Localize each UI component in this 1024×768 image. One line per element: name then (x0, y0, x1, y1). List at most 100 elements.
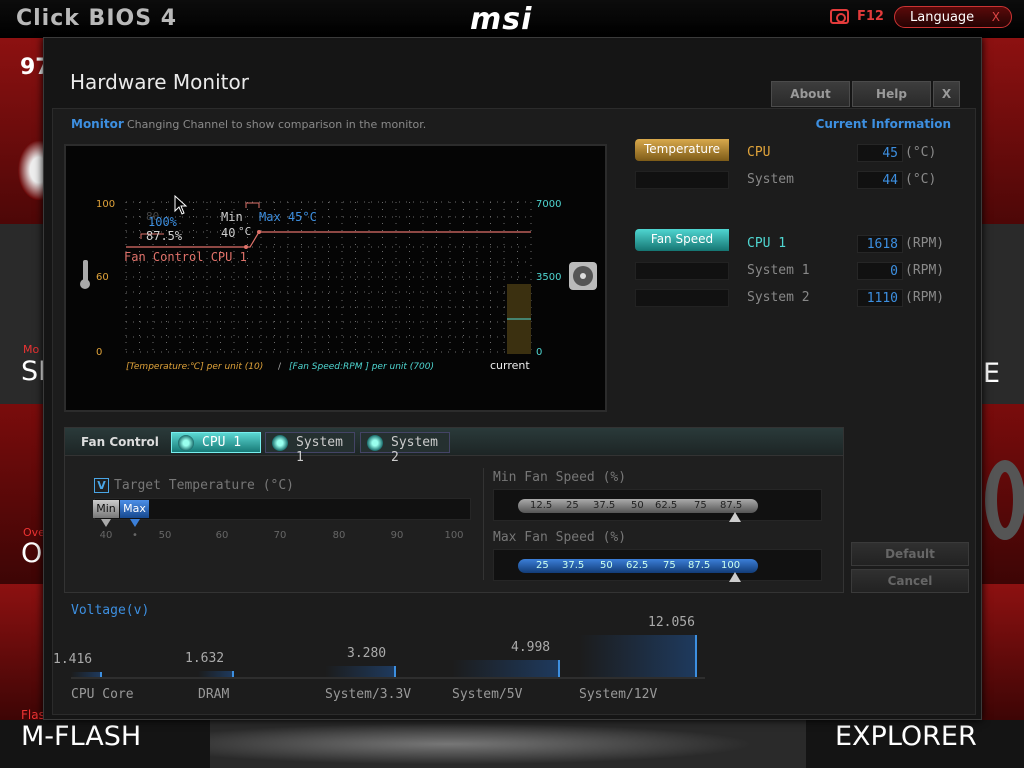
tab-system2[interactable]: System 2 (360, 432, 450, 465)
fan-icon (178, 435, 194, 451)
tab-label: System 2 (391, 435, 438, 465)
close-icon[interactable]: X (992, 10, 1000, 24)
graph-grid (125, 201, 532, 353)
language-button[interactable]: Language X (894, 6, 1012, 28)
system-temp-label: System (747, 172, 794, 187)
dialog-close-button[interactable]: X (933, 81, 960, 107)
max-fan-speed-bar: 25 37.5 50 62.5 75 87.5 100 (518, 559, 758, 573)
y-left-tick: 60 (96, 272, 109, 283)
temp-tick: • (132, 530, 138, 541)
dialog-title: Hardware Monitor (70, 70, 249, 94)
voltage-value: 12.056 (648, 615, 695, 630)
y-left-tick: 0 (96, 347, 102, 358)
about-button[interactable]: About (771, 81, 850, 107)
fan-icon (569, 262, 597, 290)
temp-tick: 60 (215, 530, 229, 541)
system-temp-slot (635, 171, 729, 189)
fan-control-header: Fan Control CPU 1 System 1 System 2 (65, 428, 843, 465)
fan-speed-tag: Fan Speed (635, 229, 729, 251)
voltage-value: 1.416 (53, 652, 93, 667)
fan-control-divider (483, 468, 484, 580)
bios-screen: 97 Mo SI Ove O E Flas M-FLASH EXPLORER C… (0, 0, 1024, 768)
temp-tick: 80 (332, 530, 346, 541)
max-temp-handle[interactable]: Max (120, 500, 149, 518)
mouse-cursor-icon (174, 195, 188, 215)
max-pointer-icon (130, 519, 140, 527)
max-temp-label: Max 45°C (259, 210, 317, 224)
voltage-bar (452, 660, 559, 677)
max-fan-speed-slider[interactable]: 25 37.5 50 62.5 75 87.5 100 (493, 549, 822, 582)
min-fan-speed-label: Min Fan Speed (%) (493, 470, 627, 485)
voltage-label: DRAM (198, 687, 230, 702)
fan-control-title: Fan Control (81, 435, 159, 449)
cancel-button[interactable]: Cancel (851, 569, 969, 593)
system1-fan-value: 0 (857, 262, 903, 280)
speed-tick: 12.5 (530, 500, 553, 511)
system1-fan-label: System 1 (747, 263, 810, 278)
tab-system1[interactable]: System 1 (265, 432, 355, 465)
dialog-body: Monitor Changing Channel to show compari… (52, 108, 976, 715)
max-fan-speed-label: Max Fan Speed (%) (493, 530, 627, 545)
system2-fan-unit: (RPM) (905, 290, 945, 305)
temp-tick: 50 (158, 530, 172, 541)
monitor-graph[interactable]: 100 60 0 7000 3500 0 80 100% 87.5% Min 4… (64, 144, 607, 412)
fan-icon (272, 435, 288, 451)
min-temp-handle[interactable]: Min (93, 500, 119, 518)
voltage-bar (579, 635, 696, 677)
tab-cpu1[interactable]: CPU 1 (171, 432, 261, 453)
cpu1-fan-label: CPU 1 (747, 236, 787, 251)
speed-tick: 25 (566, 500, 579, 511)
fan-control-panel: Fan Control CPU 1 System 1 System 2 V Ta… (64, 427, 844, 593)
voltage-bar (198, 671, 233, 677)
screenshot-key-label[interactable]: F12 (857, 9, 884, 24)
dragon-art (210, 720, 806, 768)
temperature-unit-label: [Temperature:℃] per unit (10) (126, 362, 263, 372)
explorer-button[interactable]: EXPLORER (835, 721, 977, 752)
temp-tick: 70 (273, 530, 287, 541)
top-bar: Click BIOS 4 msi F12 Language X (0, 0, 1024, 38)
current-information-label: Current Information (815, 117, 951, 131)
msi-logo: msi (470, 2, 533, 37)
voltage-label: System/12V (579, 687, 658, 702)
voltage-value: 3.280 (347, 646, 387, 661)
oc-nav-partial[interactable]: O (21, 538, 42, 569)
default-button[interactable]: Default (851, 542, 969, 566)
min-temp-value: 40 (221, 226, 235, 240)
system-temp-value: 44 (857, 171, 903, 189)
monitor-chart: 100 60 0 7000 3500 0 80 100% 87.5% Min 4… (80, 199, 597, 372)
unit-separator: / (278, 362, 282, 372)
voltage-bar (325, 666, 395, 677)
speed-tick: 75 (694, 500, 707, 511)
min-fan-speed-slider[interactable]: 12.5 25 37.5 50 62.5 75 87.5 (493, 489, 822, 522)
cpu-temp-label: CPU (747, 145, 771, 160)
max-fan-speed-handle[interactable] (729, 572, 741, 582)
voltage-label: System/5V (452, 687, 523, 702)
fan-icon (367, 435, 383, 451)
nav-partial-right[interactable]: E (983, 358, 1000, 389)
voltage-label: System/3.3V (325, 687, 412, 702)
bios-title: Click BIOS 4 (16, 6, 178, 31)
system1-fan-unit: (RPM) (905, 263, 945, 278)
camera-icon[interactable] (830, 9, 849, 24)
temp-tick: 40 (99, 530, 113, 541)
cpu1-fan-unit: (RPM) (905, 236, 945, 251)
fan-unit-label: [Fan Speed:RPM ] per unit (700) (289, 362, 434, 372)
temp-tick: 90 (390, 530, 404, 541)
help-button[interactable]: Help (852, 81, 931, 107)
min-fan-speed-handle[interactable] (729, 512, 741, 522)
speed-tick: 87.5 (688, 560, 711, 571)
target-temperature-slider[interactable] (94, 498, 471, 520)
system2-fan-value: 1110 (857, 289, 903, 307)
cpu-temp-value: 45 (857, 144, 903, 162)
target-temperature-checkbox[interactable]: V (94, 478, 109, 493)
system1-fan-slot (635, 262, 729, 280)
thermometer-icon (80, 260, 90, 289)
m-flash-button[interactable]: M-FLASH (21, 721, 141, 752)
percent-875-label: 87.5% (146, 229, 183, 243)
y-right-tick: 7000 (536, 199, 561, 210)
max-point (257, 230, 261, 234)
y-left-tick: 100 (96, 199, 115, 210)
current-label: current (490, 359, 530, 372)
voltage-bars (71, 635, 705, 679)
voltage-label: CPU Core (71, 687, 134, 702)
